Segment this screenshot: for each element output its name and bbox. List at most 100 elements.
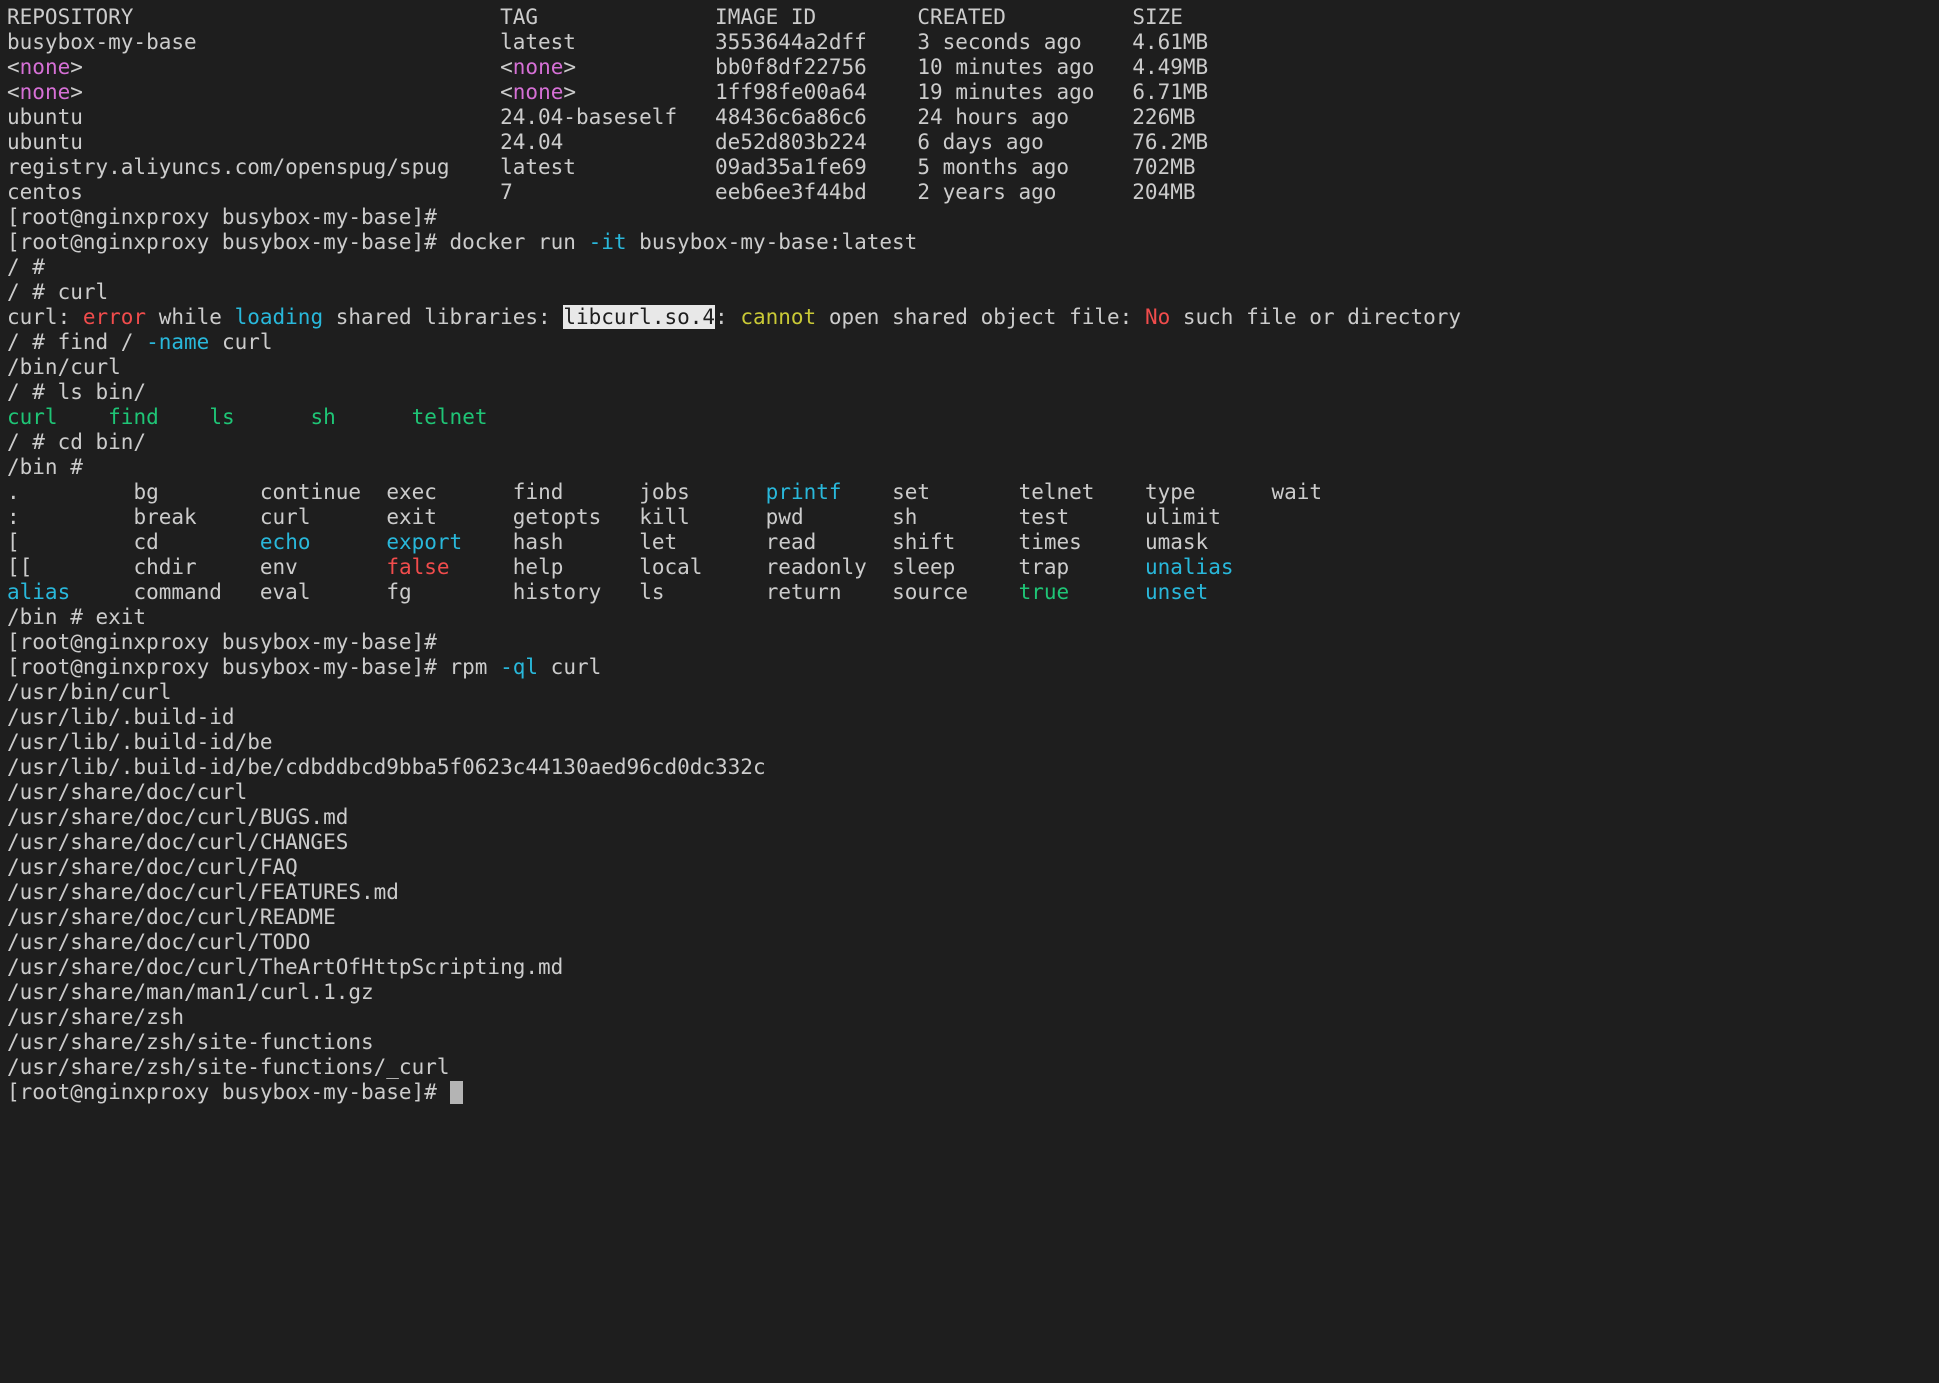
terminal-line: /usr/share/zsh [7,1005,1939,1030]
terminal-text: : [715,305,740,329]
terminal-line: /usr/share/man/man1/curl.1.gz [7,980,1939,1005]
terminal-text: source [892,580,968,604]
terminal-line: [root@nginxproxy busybox-my-base]# rpm -… [7,655,1939,680]
terminal-text: 24.04-baseself [500,105,677,129]
terminal-text: < [500,55,513,79]
terminal-text: command [133,580,222,604]
terminal-text: /usr/share/doc/curl/FEATURES.md [7,880,399,904]
terminal-text: ls [209,405,234,429]
terminal-line: / # ls bin/ [7,380,1939,405]
terminal-text: 09ad35a1fe69 [715,155,867,179]
terminal-text: > [70,80,83,104]
terminal-line: /usr/lib/.build-id/be/cdbddbcd9bba5f0623… [7,755,1939,780]
terminal-text: trap [1019,555,1070,579]
terminal-text: [root@nginxproxy busybox-my-base]# [7,1080,450,1104]
terminal-line: . bg continue exec find jobs printf set … [7,480,1939,505]
terminal-text: busybox-my-base:latest [627,230,918,254]
terminal-text: /usr/share/zsh/site-functions/_curl [7,1055,450,1079]
terminal-line: / # [7,255,1939,280]
terminal-text: getopts [513,505,602,529]
terminal-text: . [7,480,20,504]
terminal-text: ubuntu [7,105,83,129]
terminal-text: find [513,480,564,504]
terminal-text: false [386,555,449,579]
terminal-text: [root@nginxproxy busybox-my-base]# rpm [7,655,500,679]
terminal-line: /bin # [7,455,1939,480]
terminal[interactable]: REPOSITORY TAG IMAGE ID CREATED SIZEbusy… [0,0,1939,1383]
terminal-line: / # curl [7,280,1939,305]
terminal-text: / # curl [7,280,108,304]
terminal-line: /usr/share/doc/curl/TheArtOfHttpScriptin… [7,955,1939,980]
terminal-text: curl [538,655,601,679]
terminal-line: : break curl exit getopts kill pwd sh te… [7,505,1939,530]
terminal-line: centos 7 eeb6ee3f44bd 2 years ago 204MB [7,180,1939,205]
terminal-text: /usr/share/doc/curl [7,780,247,804]
highlighted-text: libcurl.so.4 [563,305,715,329]
terminal-text: /usr/share/doc/curl/BUGS.md [7,805,348,829]
terminal-line: / # cd bin/ [7,430,1939,455]
terminal-text: 1ff98fe00a64 [715,80,867,104]
terminal-text: 10 minutes ago [917,55,1094,79]
terminal-text: fg [386,580,411,604]
terminal-text: hash [513,530,564,554]
terminal-text: ubuntu [7,130,83,154]
terminal-line: /usr/lib/.build-id [7,705,1939,730]
terminal-text: -it [589,230,627,254]
terminal-line: curl find ls sh telnet [7,405,1939,430]
terminal-text: SIZE [1132,5,1183,29]
terminal-text: 5 months ago [917,155,1069,179]
terminal-text: IMAGE ID [715,5,816,29]
terminal-text: No [1145,305,1170,329]
terminal-line: /bin/curl [7,355,1939,380]
terminal-text: help [513,555,564,579]
terminal-line: [[ chdir env false help local readonly s… [7,555,1939,580]
terminal-line: /usr/share/doc/curl/BUGS.md [7,805,1939,830]
terminal-text: cd [133,530,158,554]
terminal-text: type [1145,480,1196,504]
terminal-text: registry.aliyuncs.com/openspug/spug [7,155,450,179]
terminal-text: [ [7,530,20,554]
terminal-line: busybox-my-base latest 3553644a2dff 3 se… [7,30,1939,55]
terminal-text: pwd [766,505,804,529]
terminal-text: printf [766,480,842,504]
terminal-text: continue [260,480,361,504]
terminal-text: exit [386,505,437,529]
terminal-text: /usr/share/doc/curl/TheArtOfHttpScriptin… [7,955,563,979]
terminal-text: /bin # exit [7,605,146,629]
terminal-text: 6.71MB [1132,80,1208,104]
terminal-text: chdir [133,555,196,579]
terminal-text: CREATED [917,5,1006,29]
terminal-text: > [563,55,576,79]
terminal-text: none [513,80,564,104]
terminal-text: [[ [7,555,32,579]
terminal-text: 6 days ago [917,130,1043,154]
terminal-text: break [133,505,196,529]
terminal-text: [root@nginxproxy busybox-my-base]# docke… [7,230,589,254]
terminal-text: 48436c6a86c6 [715,105,867,129]
terminal-line: /usr/share/doc/curl/FAQ [7,855,1939,880]
terminal-text: < [7,80,20,104]
terminal-line: /usr/share/doc/curl/README [7,905,1939,930]
terminal-line: /usr/share/zsh/site-functions/_curl [7,1055,1939,1080]
terminal-line: ubuntu 24.04 de52d803b224 6 days ago 76.… [7,130,1939,155]
terminal-line: [root@nginxproxy busybox-my-base]# [7,205,1939,230]
terminal-text: /bin # [7,455,83,479]
terminal-text: 4.49MB [1132,55,1208,79]
terminal-text: alias [7,580,70,604]
terminal-text: times [1019,530,1082,554]
terminal-text: de52d803b224 [715,130,867,154]
terminal-line: curl: error while loading shared librari… [7,305,1939,330]
terminal-text: < [500,80,513,104]
terminal-line: [root@nginxproxy busybox-my-base]# [7,1080,1939,1105]
terminal-text: such file or directory [1170,305,1461,329]
terminal-text: curl: [7,305,83,329]
terminal-text: none [513,55,564,79]
terminal-text: test [1019,505,1070,529]
terminal-text: none [20,80,71,104]
terminal-text: curl [209,330,272,354]
terminal-text: /usr/share/doc/curl/CHANGES [7,830,348,854]
terminal-text: / # cd bin/ [7,430,146,454]
terminal-text: curl [7,405,58,429]
terminal-line: /usr/bin/curl [7,680,1939,705]
terminal-line: /bin # exit [7,605,1939,630]
